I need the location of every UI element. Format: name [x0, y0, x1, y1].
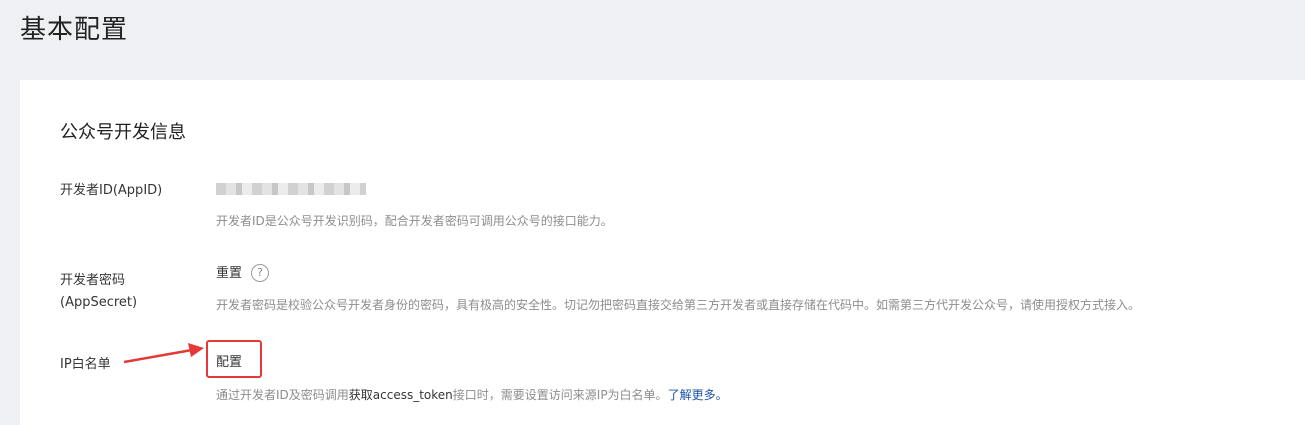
arrow-head: [188, 343, 204, 357]
arrow-shaft: [123, 348, 193, 364]
page-title: 基本配置: [20, 15, 129, 45]
annotation-arrow: [123, 343, 204, 364]
dev-info-card: 公众号开发信息 开发者ID(AppID) 开发者ID是公众号开发识别码，配合开发…: [20, 80, 1305, 425]
